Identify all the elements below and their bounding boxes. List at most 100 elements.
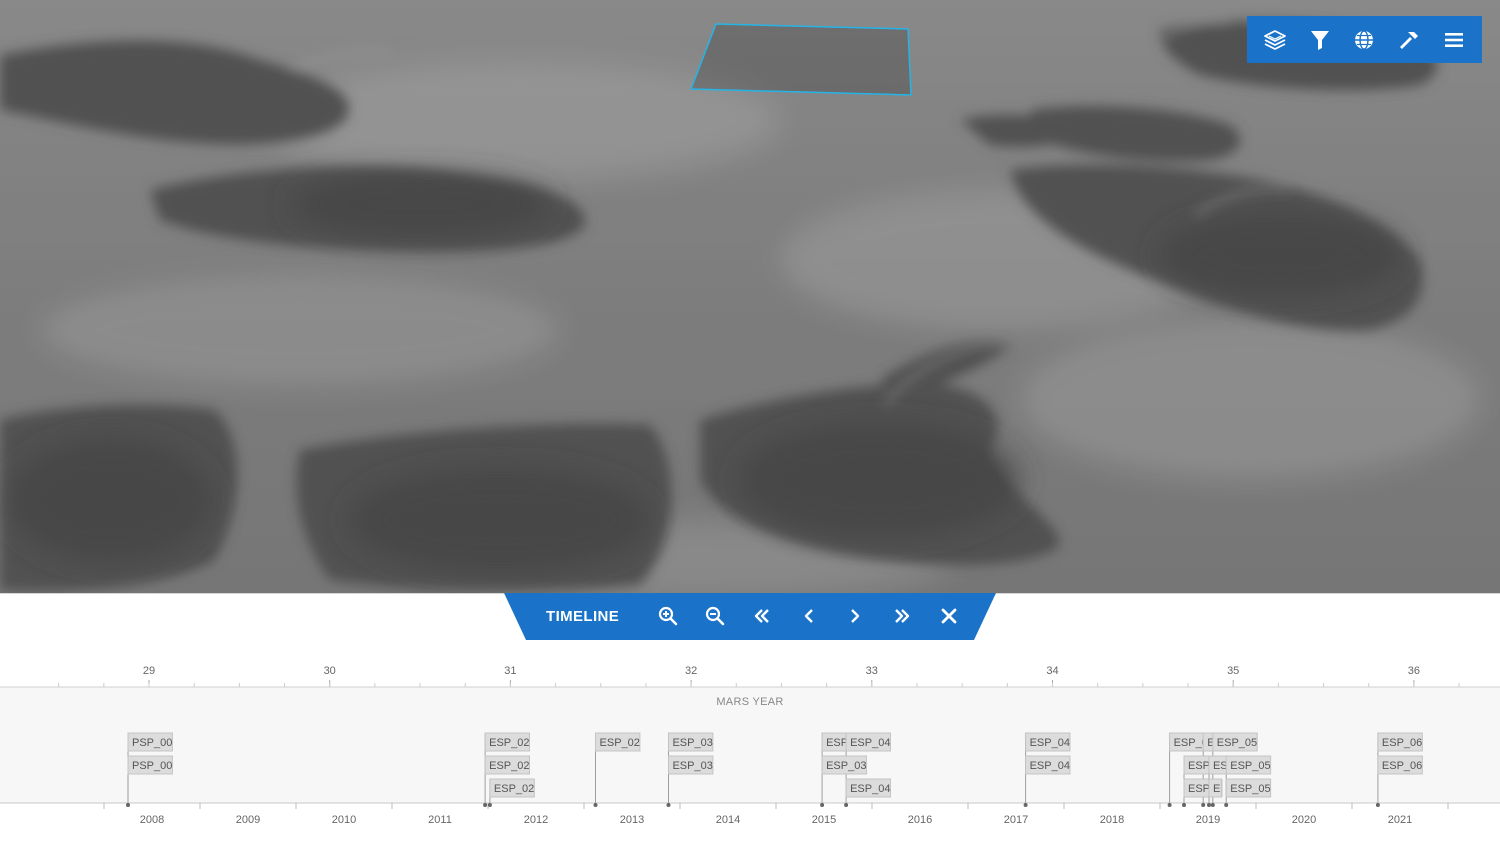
observation-marker[interactable]: ESP_05 [1212,732,1258,752]
mars-year-label: 29 [143,665,155,677]
observation-dot [1182,803,1186,807]
observation-marker[interactable]: ESP_02 [489,778,535,798]
observation-marker[interactable]: ESP_03 [667,755,714,775]
observation-label: ESP_02 [600,737,640,749]
zoom-in-button[interactable] [651,599,685,633]
mars-year-label: 34 [1046,665,1058,677]
layers-icon [1264,29,1287,50]
observation-label: ESP_03 [672,760,712,772]
observation-marker[interactable]: ESP_04 [1025,732,1071,752]
globe-icon [1355,29,1374,50]
mars-year-label: 32 [685,665,697,677]
jump-back-button[interactable] [745,599,779,633]
earth-year-label: 2016 [908,814,932,826]
observation-marker[interactable]: ESP_04 [845,778,891,798]
observation-marker[interactable]: PSP_00 [127,755,173,775]
observation-marker[interactable]: ESP_05 [1225,755,1272,775]
footprint-outline [689,23,912,96]
mars-terrain-view[interactable] [0,0,1500,593]
layers-button[interactable] [1257,22,1293,58]
observation-label: PSP_00 [132,737,172,749]
mars-year-label: 35 [1227,665,1239,677]
observation-marker[interactable]: ESP_03 [667,732,714,752]
observation-label: ESP_05 [1217,737,1257,749]
observation-label: ESP_04 [1030,737,1070,749]
earth-year-label: 2014 [716,814,740,826]
filter-icon [1310,30,1329,50]
observation-dot [1375,803,1380,807]
earth-year-label: 2019 [1196,814,1220,826]
observation-label: ESP_05 [1230,760,1270,772]
observation-label: E [1213,783,1220,795]
observation-dot [1210,803,1215,807]
earth-year-label: 2008 [140,814,164,826]
observation-label: ESP_02 [489,737,529,749]
jump-forward-button[interactable] [885,599,919,633]
earth-year-label: 2015 [812,814,836,826]
observation-marker[interactable]: ESP_0 [1169,732,1209,752]
map-toolbar [1247,16,1482,63]
chevron-right-icon [851,609,860,623]
earth-year-label: 2011 [428,814,452,826]
observation-marker[interactable]: ESP_02 [484,755,531,775]
step-back-button[interactable] [792,599,826,633]
observation-marker[interactable]: ESP [821,732,848,752]
mars-year-label: 31 [504,665,516,677]
observation-dot [1201,803,1206,807]
timeline-title: TIMELINE [546,608,620,625]
earth-year-label: 2013 [620,814,644,826]
observation-label: ESP [1188,760,1210,772]
step-forward-button[interactable] [838,599,872,633]
observation-dot [483,803,488,807]
observation-marker[interactable]: ESP [1183,755,1210,775]
observation-dot [666,803,671,807]
observation-label: ESP_04 [1030,760,1070,772]
observation-label: PSP_00 [132,760,172,772]
observation-marker[interactable]: ESP_05 [1225,778,1272,798]
observation-dot [593,803,598,807]
double-chevron-left-icon [754,609,769,623]
observation-marker[interactable]: ESP_06 [1377,732,1423,752]
mars-year-label: 30 [324,665,336,677]
observation-label: ESP_04 [850,783,890,795]
mars-year-axis-label: MARS YEAR [716,696,783,708]
observation-dot [1167,803,1172,807]
observation-label: ESP_03 [826,760,866,772]
earth-year-label: 2020 [1292,814,1316,826]
earth-year-label: 2021 [1388,814,1412,826]
globe-button[interactable] [1346,22,1382,58]
observation-marker[interactable]: ESP_02 [484,732,531,752]
observation-marker[interactable]: ESP_03 [821,755,867,775]
double-chevron-right-icon [895,609,910,623]
close-timeline-button[interactable] [932,599,966,633]
menu-button[interactable] [1436,22,1472,58]
observation-label: ESP [826,737,848,749]
observation-label: ESP_06 [1382,760,1422,772]
earth-year-axis: 2008 2009 2010 2011 2012 2013 2014 2015 2016 2017… [103,803,1449,826]
terrain-viewport[interactable] [0,0,1500,593]
mars-year-label: 36 [1408,665,1420,677]
filter-button[interactable] [1302,22,1338,58]
observation-marker[interactable]: ESP_04 [845,732,891,752]
observation-dot [1207,803,1211,807]
observation-dot [487,803,492,807]
observation-marker[interactable]: ESP_02 [595,732,641,752]
earth-year-label: 2010 [332,814,356,826]
earth-year-label: 2012 [524,814,548,826]
observation-label: ESP_04 [850,737,890,749]
observation-label: ESP_02 [489,760,529,772]
close-icon [941,608,957,624]
tools-button[interactable] [1391,22,1427,58]
hammer-icon [1400,31,1419,49]
menu-icon [1444,32,1463,47]
zoom-out-icon [705,606,725,626]
chevron-left-icon [804,609,813,623]
mars-year-axis: 29 30 31 32 33 34 35 36 [58,665,1460,687]
observation-marker[interactable]: PSP_00 [127,732,173,752]
observation-marker[interactable]: ESP_06 [1377,755,1423,775]
observation-dot [1224,803,1229,807]
observation-marker[interactable]: E [1208,778,1222,798]
zoom-out-button[interactable] [698,599,732,633]
observation-marker[interactable]: ESP_04 [1025,755,1071,775]
observation-label: ESP_05 [1230,783,1270,795]
